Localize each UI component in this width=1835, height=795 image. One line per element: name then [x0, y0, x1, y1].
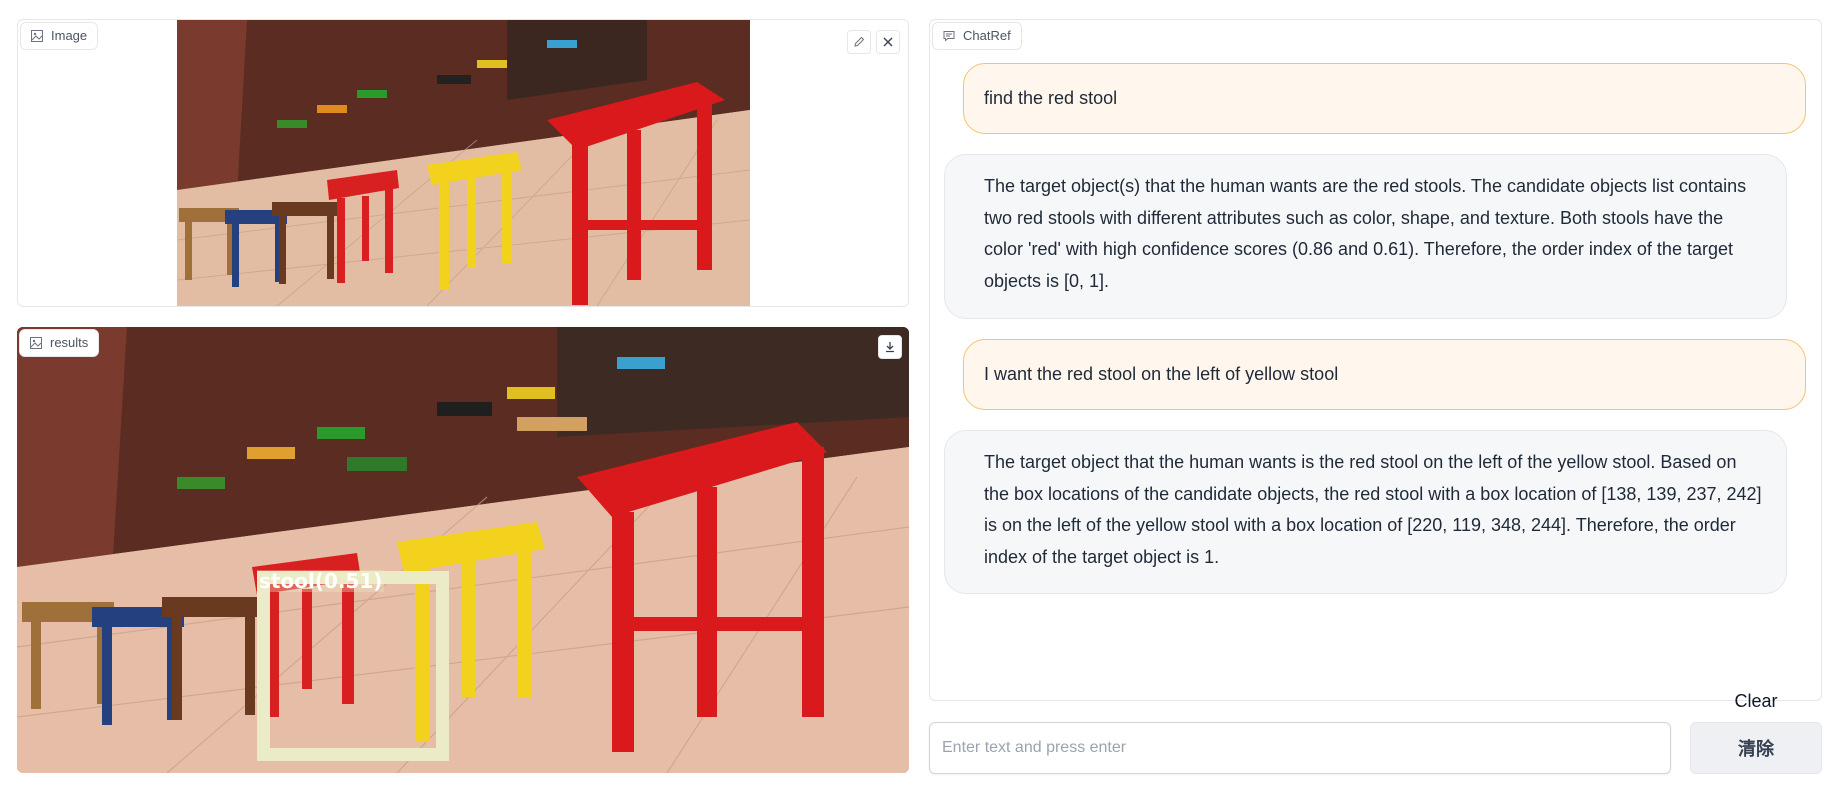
image-icon — [30, 336, 42, 349]
results-panel-label: results — [50, 335, 89, 350]
image-panel-label: Image — [51, 28, 88, 43]
image-panel: Image — [17, 19, 909, 307]
results-panel: results stool(0.51) — [17, 327, 909, 773]
message-text: The target object that the human wants i… — [984, 452, 1762, 567]
chat-input[interactable] — [929, 722, 1671, 774]
user-message: find the red stool — [963, 63, 1806, 134]
chat-panel-label: ChatRef — [963, 28, 1011, 43]
message-text: The target object(s) that the human want… — [984, 176, 1747, 291]
detection-box — [257, 571, 449, 761]
bot-message: The target object that the human wants i… — [944, 430, 1787, 594]
close-button[interactable] — [876, 30, 900, 54]
user-message: I want the red stool on the left of yell… — [963, 339, 1806, 410]
message-text: find the red stool — [984, 88, 1118, 108]
results-panel-tag: results — [19, 329, 100, 357]
edit-button[interactable] — [847, 30, 871, 54]
bot-message: The target object(s) that the human want… — [944, 154, 1787, 319]
pencil-icon — [854, 36, 865, 47]
input-image — [177, 20, 750, 306]
detection-label: stool(0.51) — [257, 569, 385, 593]
download-icon — [886, 342, 894, 353]
close-icon — [883, 37, 893, 47]
image-icon — [31, 29, 43, 42]
chat-icon — [943, 30, 955, 42]
download-button[interactable] — [878, 335, 902, 359]
chat-panel-tag: ChatRef — [932, 22, 1022, 50]
message-text: I want the red stool on the left of yell… — [984, 364, 1339, 384]
result-image — [17, 327, 909, 773]
clear-button[interactable]: 清除 — [1690, 722, 1822, 774]
image-panel-tag: Image — [20, 22, 99, 50]
clear-caption: Clear — [1734, 691, 1778, 711]
